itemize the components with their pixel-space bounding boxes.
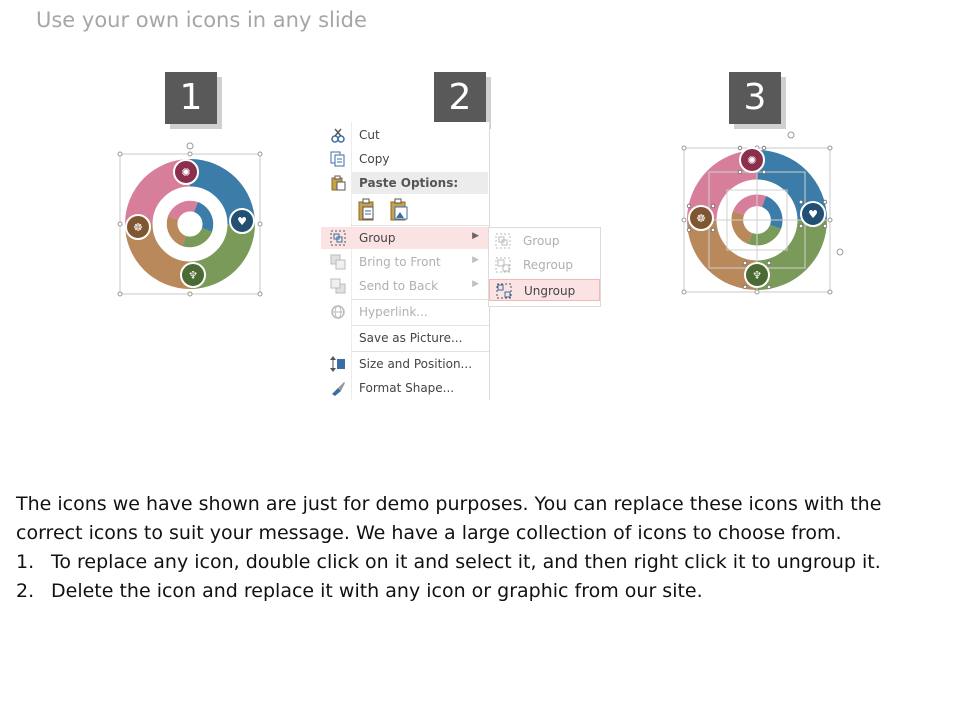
copy-icon [330,151,346,167]
menu-item-hyperlink[interactable]: Hyperlink... [321,301,489,323]
heart-hand-icon: ♥ [229,208,255,234]
lightbulb-icon: ✺ [173,159,199,185]
submenu-item-ungroup[interactable]: Ungroup [489,279,600,301]
step-text: To replace any icon, double click on it … [51,551,881,573]
cycle-diagram-3-ungrouped[interactable]: ✺ ♥ ♆ ☸ [672,128,852,303]
bring-front-icon [330,254,346,270]
menu-item-group[interactable]: Group ▶ [321,227,489,249]
svg-text:♆: ♆ [752,269,762,282]
menu-item-label: Bring to Front [359,255,441,269]
group-submenu: Group Regroup Ungroup [488,227,601,307]
paste-icon [330,175,346,194]
submenu-arrow-icon: ▶ [472,231,479,241]
step-number: 1. [16,551,35,573]
submenu-item-group[interactable]: Group [489,230,600,252]
submenu-item-regroup[interactable]: Regroup [489,254,600,276]
step-badge-3: 3 [729,72,781,124]
slide-title: Use your own icons in any slide [36,8,367,32]
plant-icon: ♆ [180,262,206,288]
ungroup-icon [496,283,512,299]
svg-text:✺: ✺ [181,166,190,179]
group-icon [495,233,511,249]
submenu-item-label: Regroup [523,258,574,272]
menu-item-size-position[interactable]: Size and Position... [321,353,489,375]
send-back-icon [330,278,346,294]
menu-item-label: Group [359,231,396,245]
submenu-item-label: Ungroup [524,284,576,298]
hyperlink-icon [330,304,346,320]
submenu-item-label: Group [523,234,560,248]
scissors-icon [330,127,346,143]
menu-separator [351,351,489,352]
menu-separator [351,325,489,326]
menu-separator [351,225,489,226]
menu-item-label: Cut [359,128,380,142]
intro-text: The icons we have shown are just for dem… [16,493,882,544]
submenu-arrow-icon: ▶ [472,279,479,289]
svg-text:☸: ☸ [133,221,143,234]
paste-options-label: Paste Options: [359,176,459,190]
heart-hand-icon: ♥ [800,201,826,227]
size-position-icon [330,356,346,372]
svg-text:✺: ✺ [747,154,756,167]
instruction-step-2: 2. Delete the icon and replace it with a… [16,577,946,606]
team-icon: ☸ [688,205,714,231]
plant-icon: ♆ [744,262,770,288]
step-badge-2: 2 [434,72,486,124]
svg-text:☸: ☸ [696,212,706,225]
menu-item-format-shape[interactable]: Format Shape... [321,377,489,399]
cycle-diagram-1[interactable]: ✺ ♥ ♆ ☸ [110,140,270,300]
menu-item-bring-to-front[interactable]: Bring to Front ▶ [321,251,489,273]
menu-item-label: Save as Picture... [359,331,463,345]
svg-text:♥: ♥ [237,215,247,228]
menu-separator [351,299,489,300]
context-menu: Cut Copy Paste Options: Group ▶ Bring to… [321,122,490,400]
step-text: Delete the icon and replace it with any … [51,580,703,602]
menu-item-save-as-picture[interactable]: Save as Picture... [321,327,489,349]
paste-keep-formatting-icon[interactable] [357,198,379,225]
svg-text:♆: ♆ [188,269,198,282]
menu-item-label: Size and Position... [359,357,473,371]
svg-text:♥: ♥ [808,208,818,221]
menu-item-label: Format Shape... [359,381,455,395]
instruction-step-1: 1. To replace any icon, double click on … [16,548,946,577]
menu-item-cut[interactable]: Cut [321,124,489,146]
submenu-arrow-icon: ▶ [472,255,479,265]
lightbulb-icon: ✺ [739,147,765,173]
group-icon [330,230,346,246]
regroup-icon [495,257,511,273]
step-number: 2. [16,580,35,602]
menu-item-send-to-back[interactable]: Send to Back ▶ [321,275,489,297]
team-icon: ☸ [125,214,151,240]
paste-picture-icon[interactable] [389,198,411,225]
menu-item-label: Hyperlink... [359,305,428,319]
format-shape-icon [330,380,346,396]
paste-options-header: Paste Options: [351,172,488,194]
menu-item-copy[interactable]: Copy [321,148,489,170]
instructions: The icons we have shown are just for dem… [16,490,946,606]
menu-item-label: Copy [359,152,390,166]
menu-item-label: Send to Back [359,279,439,293]
step-badge-1: 1 [165,72,217,124]
